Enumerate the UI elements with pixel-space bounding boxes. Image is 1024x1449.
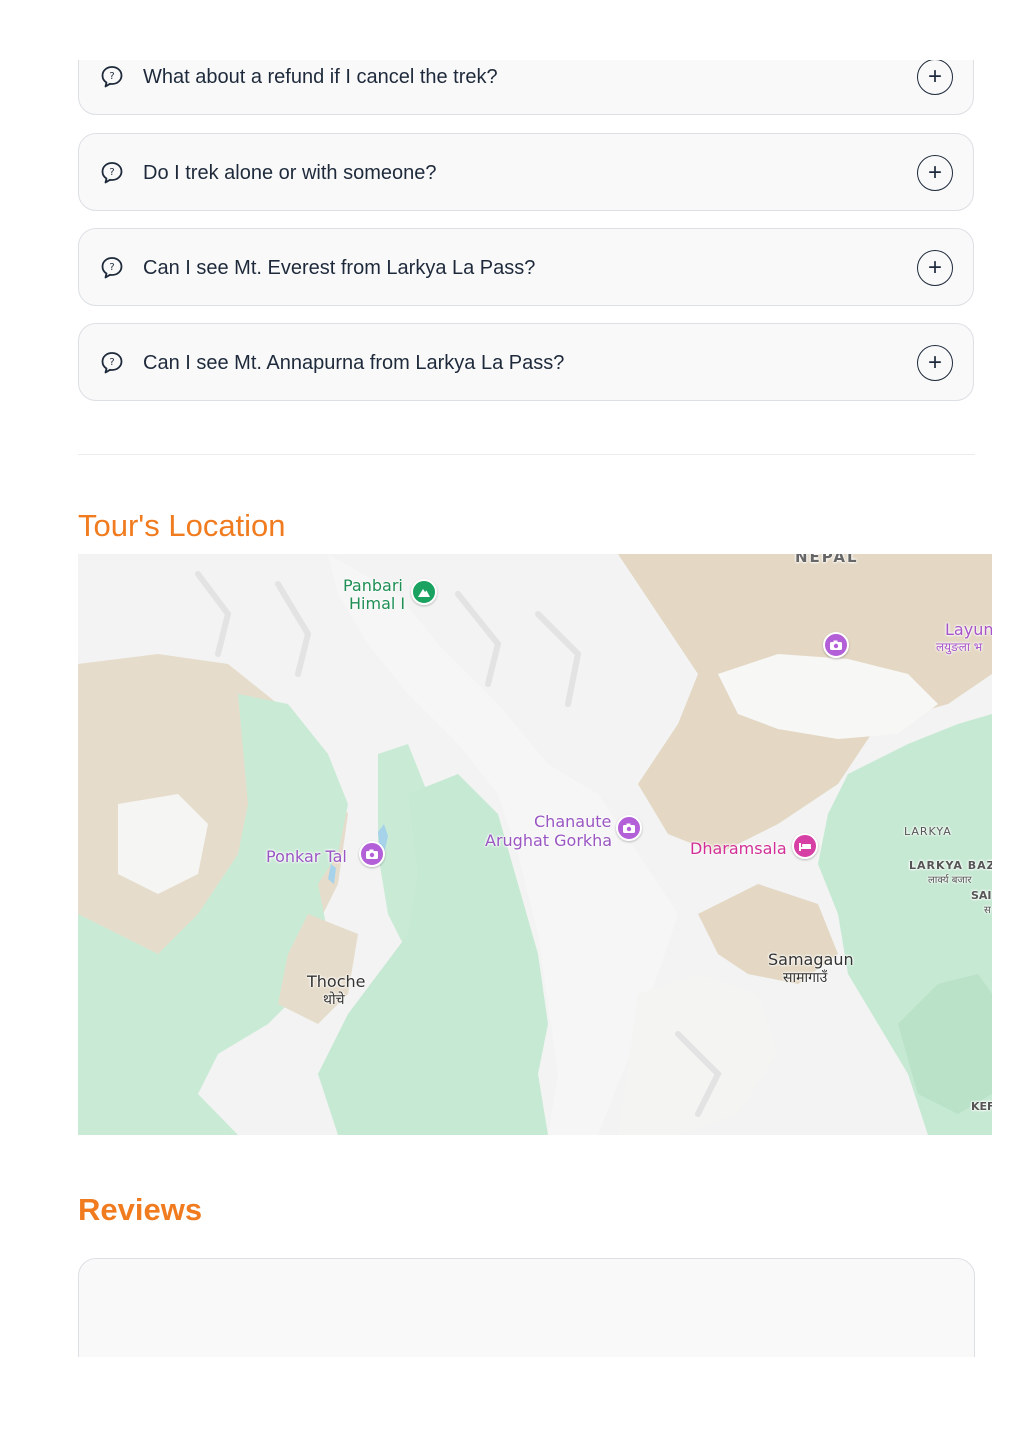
- map-label-layun: Layun: [945, 620, 992, 639]
- reviews-container: [78, 1258, 975, 1357]
- map-label-thoche: Thoche: [307, 972, 366, 991]
- faq-item-everest[interactable]: ? Can I see Mt. Everest from Larkya La P…: [78, 228, 974, 306]
- faq-question: Do I trek alone or with someone?: [143, 162, 437, 184]
- map-label-samagaun-sub: सामागाउँ: [783, 970, 828, 986]
- svg-text:?: ?: [109, 71, 114, 82]
- question-bubble-icon: ?: [101, 162, 123, 184]
- section-divider: [78, 454, 975, 455]
- map-label-samagaun: Samagaun: [768, 950, 854, 969]
- svg-text:?: ?: [109, 167, 114, 178]
- page-content: ? What about a refund if I cancel the tr…: [0, 60, 1024, 1357]
- camera-landmark-icon[interactable]: [359, 841, 385, 867]
- faq-question: What about a refund if I cancel the trek…: [143, 66, 498, 88]
- location-map[interactable]: NEPAL Panbari Himal I Layun लयुङला भ Cha…: [78, 554, 992, 1135]
- faq-item-trek-alone[interactable]: ? Do I trek alone or with someone? +: [78, 133, 974, 211]
- svg-text:?: ?: [109, 357, 114, 368]
- faq-item-refund[interactable]: ? What about a refund if I cancel the tr…: [78, 60, 974, 115]
- map-label-panbari-sub: Himal I: [349, 594, 406, 613]
- map-label-ponkar: Ponkar Tal: [266, 847, 347, 866]
- mountain-peak-icon[interactable]: [411, 579, 437, 605]
- question-bubble-icon: ?: [101, 257, 123, 279]
- location-title: Tour's Location: [78, 508, 286, 543]
- map-label-ker: KEF: [971, 1100, 992, 1113]
- faq-item-annapurna[interactable]: ? Can I see Mt. Annapurna from Larkya La…: [78, 323, 974, 401]
- svg-text:?: ?: [109, 262, 114, 273]
- question-bubble-icon: ?: [101, 66, 123, 88]
- map-label-nepal: NEPAL: [795, 554, 859, 566]
- map-label-larkya-bazar-sub: लार्क्य बजार: [928, 875, 972, 886]
- expand-plus-icon[interactable]: +: [917, 155, 953, 191]
- expand-plus-icon[interactable]: +: [917, 345, 953, 381]
- camera-landmark-icon[interactable]: [616, 815, 642, 841]
- reviews-title: Reviews: [78, 1192, 203, 1227]
- faq-question: Can I see Mt. Annapurna from Larkya La P…: [143, 352, 565, 374]
- map-label-panbari: Panbari: [343, 576, 403, 595]
- map-label-dharamsala: Dharamsala: [690, 839, 787, 858]
- map-label-chanaute: Chanaute: [534, 812, 612, 831]
- camera-landmark-icon[interactable]: [823, 632, 849, 658]
- map-label-thoche-sub: थोचे: [323, 992, 345, 1008]
- expand-plus-icon[interactable]: +: [917, 60, 953, 95]
- map-label-arughat: Arughat Gorkha: [485, 831, 613, 850]
- map-label-sa-sub: स: [984, 905, 991, 916]
- question-bubble-icon: ?: [101, 352, 123, 374]
- map-label-larkya-bazar: LARKYA BAZA: [909, 859, 992, 872]
- map-label-sa: SAI: [971, 889, 992, 902]
- map-label-layun-sub: लयुङला भ: [936, 640, 983, 654]
- map-label-larkya: LARKYA: [904, 825, 952, 838]
- faq-question: Can I see Mt. Everest from Larkya La Pas…: [143, 257, 536, 279]
- expand-plus-icon[interactable]: +: [917, 250, 953, 286]
- lodging-bed-icon[interactable]: [792, 833, 818, 859]
